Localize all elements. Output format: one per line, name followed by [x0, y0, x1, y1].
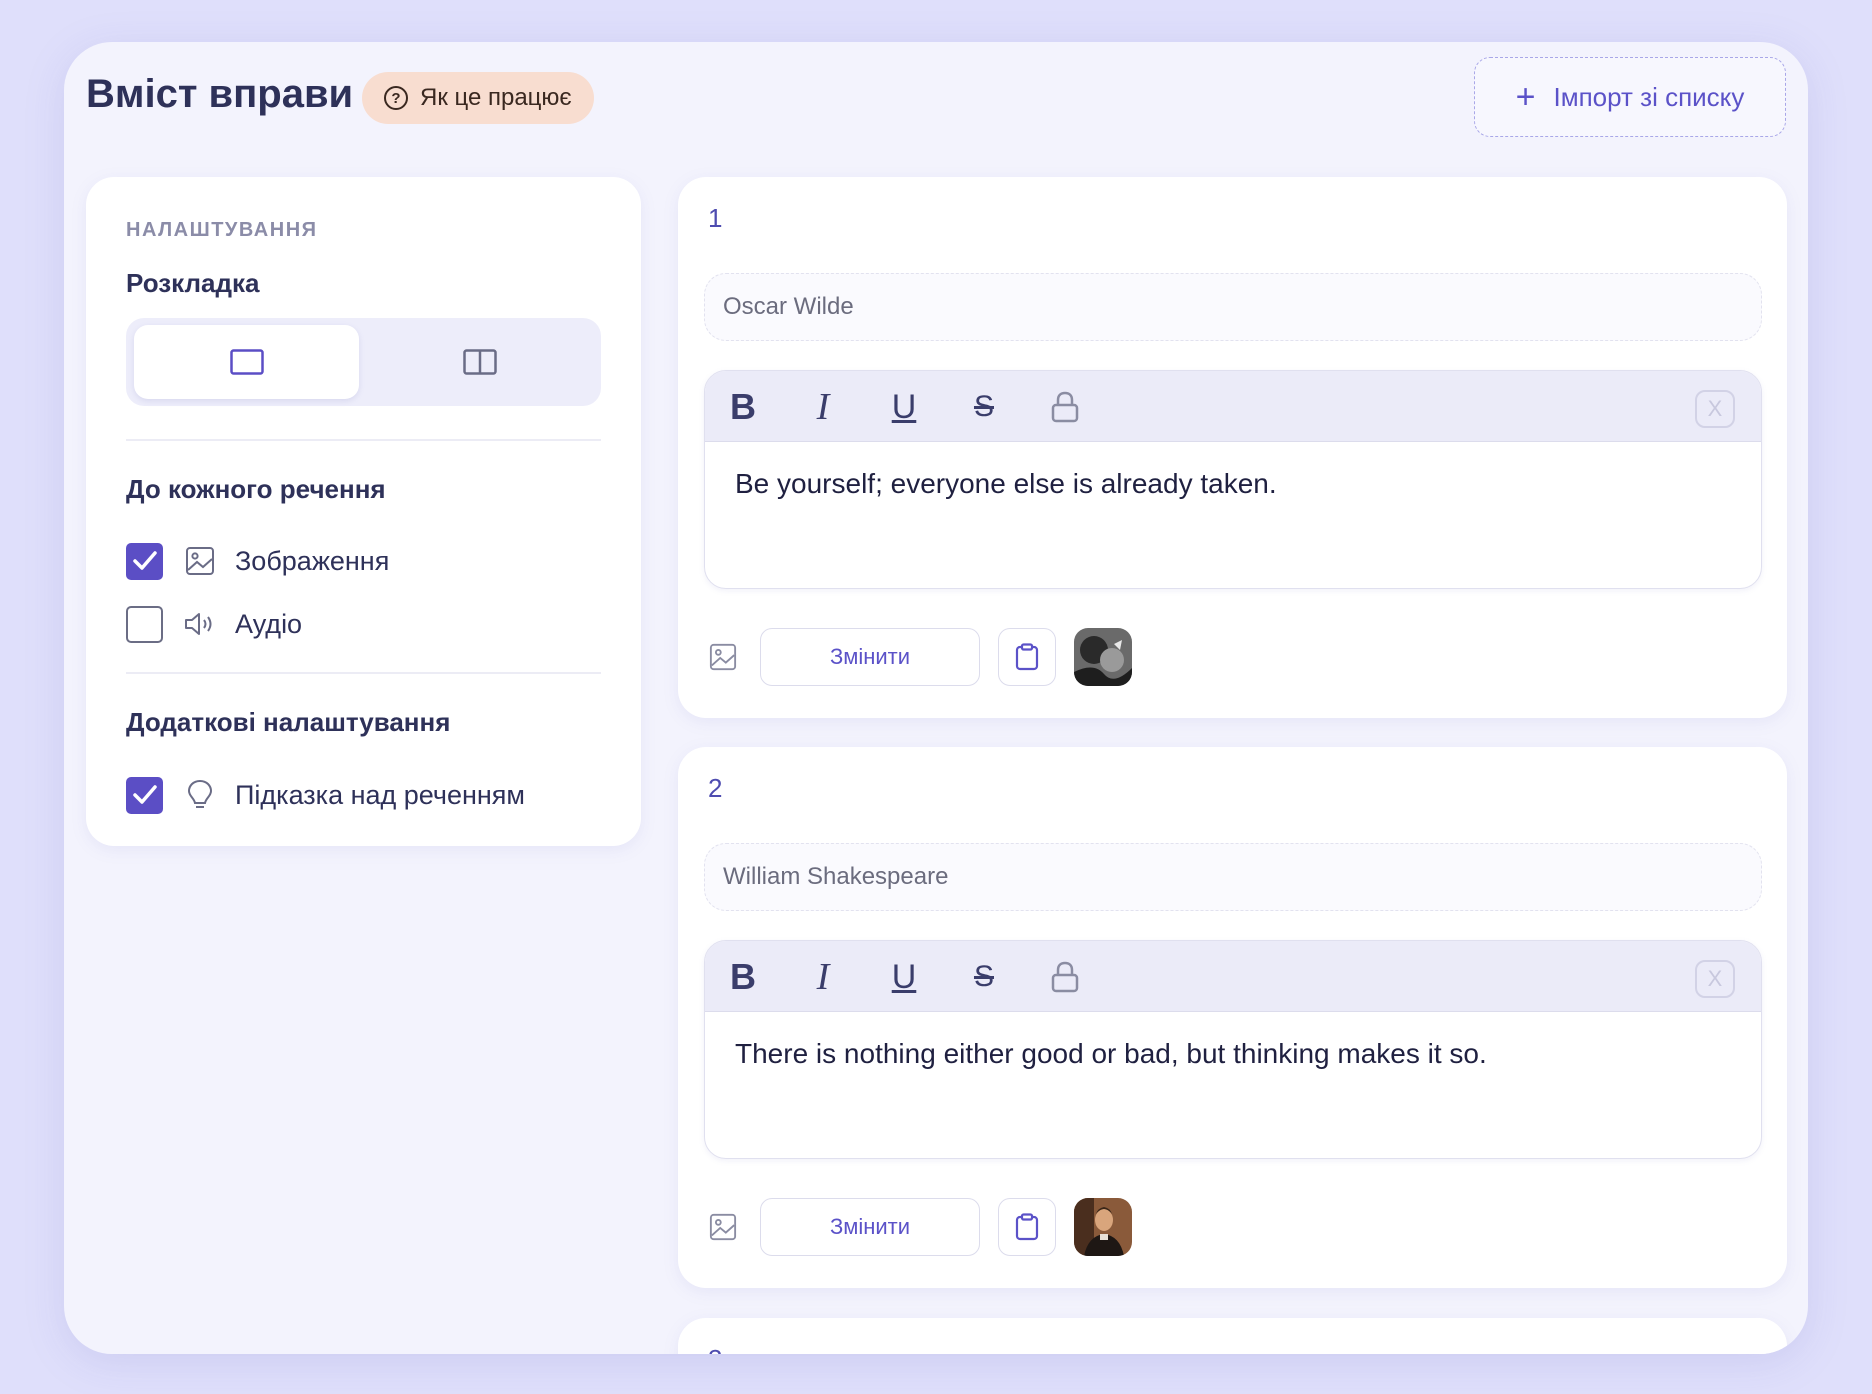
editor-toolbar: B I U S X — [705, 941, 1761, 1012]
single-column-icon — [229, 349, 264, 375]
option-hint-row[interactable]: Підказка над реченням — [126, 776, 525, 814]
lock-icon — [1051, 961, 1079, 993]
settings-card: НАЛАШТУВАННЯ Розкладка До кожного реченн… — [86, 177, 641, 846]
bold-button[interactable]: B — [721, 385, 765, 429]
sentence-card: 3 — [678, 1318, 1787, 1354]
rich-text-editor: B I U S X Be yourself; everyone else is … — [704, 370, 1762, 589]
image-thumbnail[interactable] — [1074, 1198, 1132, 1256]
lightbulb-icon — [183, 778, 217, 812]
strikethrough-button[interactable]: S — [962, 955, 1006, 999]
two-column-icon — [462, 349, 497, 375]
image-icon — [708, 642, 738, 672]
divider — [126, 672, 601, 674]
layout-switch — [126, 318, 601, 406]
lock-button[interactable] — [1043, 385, 1087, 429]
underline-button[interactable]: U — [882, 955, 926, 999]
sentence-text[interactable]: There is nothing either good or bad, but… — [705, 1012, 1761, 1096]
layout-two-column-option[interactable] — [367, 325, 592, 399]
question-icon: ? — [384, 86, 408, 110]
italic-button[interactable]: I — [801, 955, 845, 999]
image-actions: Змінити — [708, 1198, 1132, 1256]
how-it-works-button[interactable]: ? Як це працює — [362, 72, 594, 124]
sentence-card: 2 William Shakespeare B I U S X There is… — [678, 747, 1787, 1288]
hint-checkbox[interactable] — [126, 776, 163, 814]
import-label: Імпорт зі списку — [1553, 81, 1745, 112]
checkmark-icon — [132, 551, 157, 570]
extra-settings-heading: Додаткові налаштування — [126, 707, 451, 737]
audio-checkbox[interactable] — [126, 605, 163, 643]
sentence-number: 3 — [708, 1344, 722, 1354]
sentence-number: 1 — [708, 203, 723, 233]
speaker-icon — [183, 607, 217, 641]
clear-format-button[interactable]: X — [1695, 960, 1735, 998]
sentence-card: 1 Oscar Wilde B I U S X Be yourself; eve… — [678, 177, 1787, 718]
exercise-content-panel: Вміст вправи ? Як це працює + Імпорт зі … — [64, 42, 1808, 1354]
import-from-list-button[interactable]: + Імпорт зі списку — [1474, 57, 1786, 137]
image-thumbnail[interactable] — [1074, 628, 1132, 686]
change-image-button[interactable]: Змінити — [760, 628, 980, 686]
author-input[interactable]: William Shakespeare — [704, 843, 1762, 911]
lock-icon — [1051, 391, 1079, 423]
paste-image-button[interactable] — [998, 628, 1056, 686]
editor-toolbar: B I U S X — [705, 371, 1761, 442]
lock-button[interactable] — [1043, 955, 1087, 999]
clipboard-icon — [1015, 1213, 1039, 1241]
clear-format-button[interactable]: X — [1695, 390, 1735, 428]
image-icon — [183, 544, 217, 578]
option-image-row[interactable]: Зображення — [126, 542, 389, 580]
sentence-number: 2 — [708, 773, 723, 803]
audio-option-label: Аудіо — [235, 608, 303, 639]
layout-heading: Розкладка — [126, 268, 260, 298]
per-sentence-heading: До кожного речення — [126, 474, 386, 504]
underline-button[interactable]: U — [882, 385, 926, 429]
settings-section-title: НАЛАШТУВАННЯ — [126, 219, 318, 241]
image-actions: Змінити — [708, 628, 1132, 686]
image-checkbox[interactable] — [126, 542, 163, 580]
checkmark-icon — [132, 785, 157, 804]
plus-icon: + — [1515, 78, 1536, 116]
bold-button[interactable]: B — [721, 955, 765, 999]
divider — [126, 439, 601, 441]
image-icon — [708, 1212, 738, 1242]
change-image-button[interactable]: Змінити — [760, 1198, 980, 1256]
italic-button[interactable]: I — [801, 385, 845, 429]
layout-single-column-option[interactable] — [134, 325, 359, 399]
how-it-works-label: Як це працює — [420, 84, 572, 111]
sentence-text[interactable]: Be yourself; everyone else is already ta… — [705, 442, 1761, 526]
option-audio-row[interactable]: Аудіо — [126, 605, 302, 643]
paste-image-button[interactable] — [998, 1198, 1056, 1256]
rich-text-editor: B I U S X There is nothing either good o… — [704, 940, 1762, 1159]
image-option-label: Зображення — [235, 545, 390, 576]
author-input[interactable]: Oscar Wilde — [704, 273, 1762, 341]
page-title: Вміст вправи — [86, 72, 354, 116]
hint-option-label: Підказка над реченням — [235, 779, 525, 810]
clipboard-icon — [1015, 643, 1039, 671]
strikethrough-button[interactable]: S — [962, 385, 1006, 429]
